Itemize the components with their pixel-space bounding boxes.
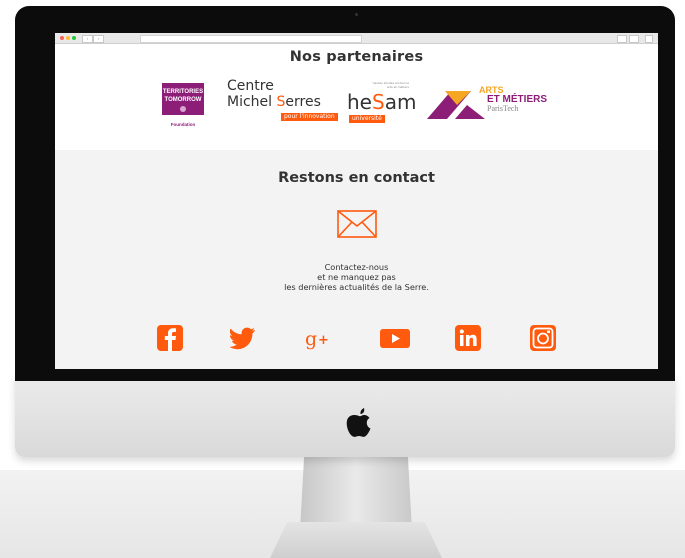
contact-line-2: et ne manquez pas [317,272,396,282]
partners-title: Nos partenaires [289,49,424,65]
svg-text:Foundation: Foundation [171,122,196,127]
logo-tag-innovation: pour l'innovation [281,113,338,121]
contact-text: Contactez-nous et ne manquez pas les der… [55,262,658,292]
screen: ‹ › Nos partenaires TERRITORIES TOMORROW… [55,33,658,369]
partner-logos: TERRITORIES TOMORROW Foundation Centre M… [55,75,658,131]
forward-button[interactable]: › [93,35,104,43]
apple-logo-icon [346,408,371,437]
browser-toolbar: ‹ › [55,33,658,44]
facebook-icon[interactable] [157,325,183,351]
contact-line-3: les dernières actualités de la Serre. [284,282,429,292]
back-button[interactable]: ‹ [82,35,93,43]
territories-tomorrow-logo[interactable]: TERRITORIES TOMORROW Foundation [160,79,206,131]
contact-line-1: Contactez-nous [324,262,389,272]
url-bar[interactable] [140,35,362,43]
maximize-window-button[interactable] [72,36,76,40]
svg-text:g: g [305,328,317,350]
hesam-wordmark: heSam [347,90,417,114]
minimize-window-button[interactable] [66,36,70,40]
twitter-icon[interactable] [230,325,256,351]
svg-text:+: + [318,333,329,348]
hesam-universite-logo[interactable]: hautes études sorbonne arts et métiers h… [347,79,416,131]
social-links: g + [55,325,658,353]
arts-metiers-line3: ParisTech [487,104,519,113]
imac-stand-neck [300,450,412,530]
svg-text:TOMORROW: TOMORROW [165,97,202,103]
contact-title: Restons en contact [278,170,435,186]
logo-line-centre: Centre [227,78,274,94]
arts-et-metiers-logo[interactable]: ARTS ET MÉTIERS ParisTech [427,85,552,123]
hesam-tag: université [349,115,385,123]
share-button[interactable] [617,35,627,43]
new-tab-button[interactable] [645,35,653,43]
camera [355,13,358,16]
centre-michel-serres-logo[interactable]: Centre Michel Serres pour l'innovation [227,78,338,131]
arts-metiers-triangle-icon [427,91,485,119]
linkedin-icon[interactable] [455,325,481,351]
logo-line-michel-serres: Michel Serres [227,94,321,110]
close-window-button[interactable] [60,36,64,40]
imac-stand-foot [270,522,442,558]
google-plus-icon[interactable]: g + [305,325,337,351]
hesam-small-text: hautes études sorbonne arts et métiers [372,81,409,89]
youtube-icon[interactable] [380,325,410,351]
tabs-button[interactable] [629,35,639,43]
svg-text:TERRITORIES: TERRITORIES [163,89,203,95]
instagram-icon[interactable] [530,325,556,351]
contact-section: Restons en contact Contactez-nous et ne … [55,150,658,369]
imac-chin [15,375,675,457]
mail-icon[interactable] [337,210,377,238]
